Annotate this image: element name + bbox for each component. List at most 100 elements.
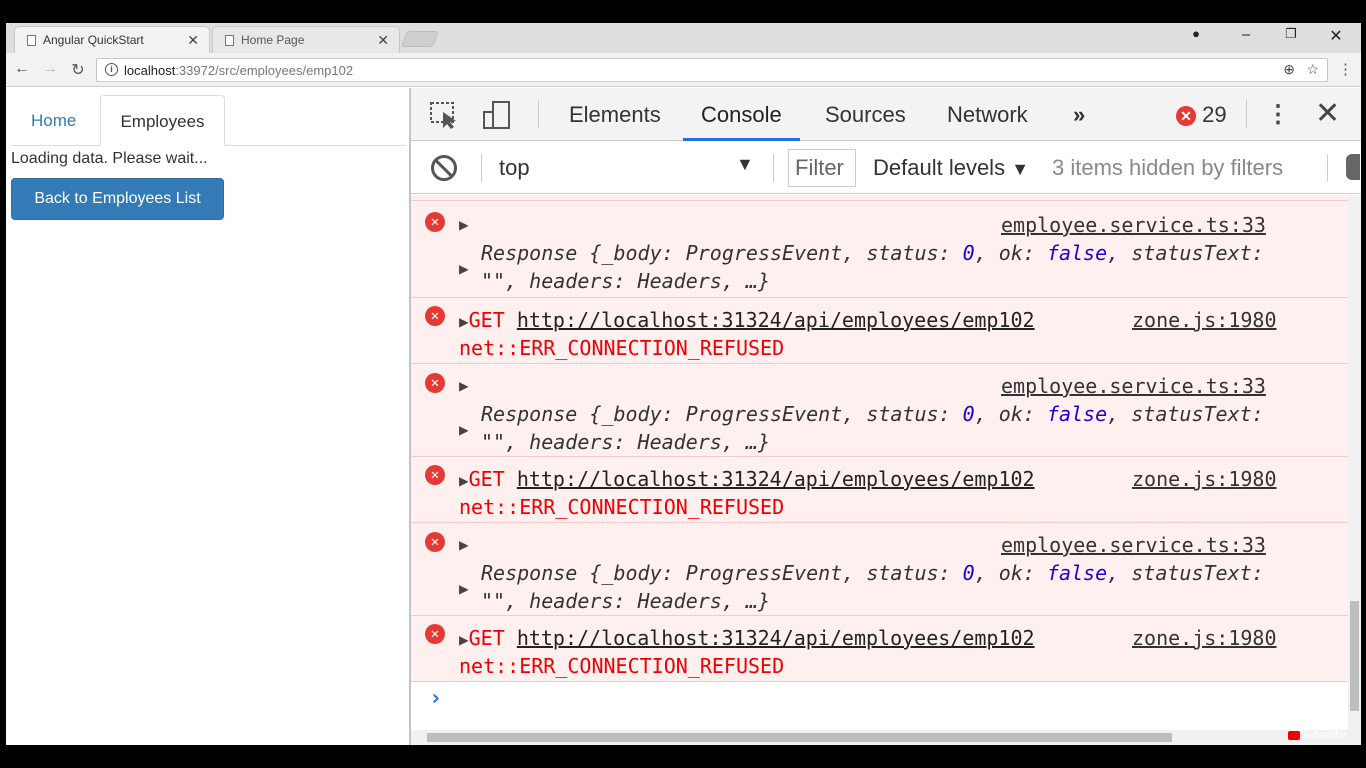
close-tab-icon[interactable]: ✕ (377, 27, 389, 54)
console-error-get[interactable]: ✕ ▶GET http://localhost:31324/api/employ… (411, 298, 1348, 364)
response-line-2: "", headers: Headers, …} (481, 269, 770, 293)
get-url-link[interactable]: http://localhost:31324/api/employees/emp… (517, 626, 1035, 650)
back-icon[interactable]: ← (12, 60, 32, 78)
console-error-get[interactable]: ✕ ▶GET http://localhost:31324/api/employ… (411, 616, 1348, 682)
response-text: Response {_body: ProgressEvent, status: (481, 402, 963, 426)
console-output[interactable]: ✕ ▶ employee.service.ts:33 ▶ Response {_… (411, 195, 1348, 735)
back-to-employees-button[interactable]: Back to Employees List (11, 178, 224, 220)
title-bar: Angular QuickStart ✕ Home Page ✕ ● – ❐ ✕ (6, 23, 1361, 53)
device-toolbar-icon[interactable] (481, 100, 513, 130)
zoom-icon[interactable]: ⊕ (1283, 61, 1295, 78)
tab-title: Angular QuickStart (43, 33, 144, 47)
clear-console-icon[interactable] (431, 155, 457, 181)
response-text: Response {_body: ProgressEvent, status: (481, 561, 963, 585)
expand-triangle-icon[interactable]: ▶ (459, 259, 469, 278)
chevron-down-icon: ▼ (1011, 159, 1030, 179)
source-link[interactable]: employee.service.ts:33 (1001, 533, 1266, 557)
ok-value: false (1046, 561, 1108, 585)
toolbar-divider (773, 154, 774, 182)
expand-triangle-icon[interactable]: ▶ (459, 376, 469, 395)
source-link[interactable]: zone.js:1980 (1132, 467, 1277, 491)
toolbar-divider (538, 100, 539, 128)
close-window-icon[interactable]: ✕ (1326, 26, 1346, 46)
gear-icon[interactable] (1346, 154, 1360, 180)
console-error-response[interactable]: ✕ ▶ employee.service.ts:33 ▶ Response {_… (411, 364, 1348, 457)
nav-home-link[interactable]: Home (11, 95, 96, 146)
horizontal-scrollbar[interactable] (411, 730, 1361, 745)
page-content: Home Employees Loading data. Please wait… (6, 88, 408, 745)
console-error-get[interactable]: ✕ ▶GET http://localhost:31324/api/employ… (411, 457, 1348, 523)
source-link[interactable]: zone.js:1980 (1132, 626, 1277, 650)
bookmark-star-icon[interactable]: ☆ (1306, 61, 1319, 78)
profile-icon[interactable]: ● (1186, 26, 1206, 41)
filter-input[interactable]: Filter (788, 149, 856, 187)
devtools-menu-icon[interactable]: ⋮ (1266, 100, 1290, 129)
error-icon: ✕ (425, 532, 445, 552)
error-icon: ✕ (1176, 106, 1196, 127)
response-text: , statusText: (1107, 402, 1264, 426)
forward-icon[interactable]: → (40, 60, 60, 78)
expand-triangle-icon[interactable]: ▶ (459, 312, 469, 331)
get-method: GET (468, 308, 505, 332)
url-text[interactable]: localhost:33972/src/employees/emp102 (124, 63, 353, 78)
source-link[interactable]: employee.service.ts:33 (1001, 213, 1266, 237)
restore-icon[interactable]: ❐ (1281, 26, 1301, 42)
get-url-link[interactable]: http://localhost:31324/api/employees/emp… (517, 467, 1035, 491)
error-icon: ✕ (425, 373, 445, 393)
info-icon[interactable]: i (105, 63, 118, 76)
get-url-link[interactable]: http://localhost:31324/api/employees/emp… (517, 308, 1035, 332)
expand-triangle-icon[interactable]: ▶ (459, 420, 469, 439)
chevron-down-icon[interactable]: ▼ (736, 154, 754, 175)
scrollbar-thumb[interactable] (427, 733, 1172, 742)
get-method: GET (468, 467, 505, 491)
nav-employees-link[interactable]: Employees (100, 95, 225, 146)
tab-elements[interactable]: Elements (569, 88, 661, 141)
log-levels-label: Default levels (873, 155, 1006, 180)
minimize-icon[interactable]: – (1236, 26, 1256, 43)
close-devtools-icon[interactable]: ✕ (1315, 96, 1340, 131)
console-error-response[interactable]: ✕ ▶ employee.service.ts:33 ▶ Response {_… (411, 201, 1348, 298)
expand-triangle-icon[interactable]: ▶ (459, 535, 469, 554)
response-text: , statusText: (1107, 561, 1264, 585)
get-line: ▶GET http://localhost:31324/api/employee… (459, 308, 1035, 332)
url-path: :33972/src/employees/emp102 (175, 63, 354, 78)
expand-triangle-icon[interactable]: ▶ (459, 215, 469, 234)
tab-home-page[interactable]: Home Page ✕ (212, 26, 400, 53)
close-tab-icon[interactable]: ✕ (187, 27, 199, 54)
browser-window: Angular QuickStart ✕ Home Page ✕ ● – ❐ ✕… (6, 23, 1361, 745)
console-prompt-row[interactable]: › (411, 682, 1348, 722)
response-line-2: "", headers: Headers, …} (481, 430, 770, 454)
new-tab-button[interactable] (401, 31, 439, 47)
vertical-scrollbar[interactable] (1348, 195, 1361, 730)
address-bar[interactable]: i localhost:33972/src/employees/emp102 ⊕… (96, 58, 1328, 82)
response-text: , ok: (974, 241, 1047, 265)
context-select[interactable]: top (499, 155, 530, 181)
tab-sources[interactable]: Sources (825, 88, 906, 141)
reload-icon[interactable]: ↻ (68, 60, 88, 80)
more-tabs-icon[interactable]: » (1073, 88, 1085, 141)
tab-network[interactable]: Network (947, 88, 1028, 141)
toolbar-divider (481, 154, 482, 182)
ok-value: false (1046, 402, 1108, 426)
source-link[interactable]: employee.service.ts:33 (1001, 374, 1266, 398)
source-link[interactable]: zone.js:1980 (1132, 308, 1277, 332)
response-line-1: Response {_body: ProgressEvent, status: … (481, 241, 1264, 265)
browser-toolbar: ← → ↻ i localhost:33972/src/employees/em… (6, 53, 1361, 87)
browser-menu-icon[interactable]: ⋮ (1338, 60, 1353, 78)
expand-triangle-icon[interactable]: ▶ (459, 630, 469, 649)
error-count: 29 (1202, 102, 1227, 127)
tab-console[interactable]: Console (683, 88, 800, 141)
expand-triangle-icon[interactable]: ▶ (459, 579, 469, 598)
log-levels-select[interactable]: Default levels ▼ (873, 155, 1029, 181)
error-counter[interactable]: ✕ 29 (1176, 88, 1227, 141)
console-filter-bar: top ▼ Filter Default levels ▼ 3 items hi… (411, 142, 1361, 194)
expand-triangle-icon[interactable]: ▶ (459, 471, 469, 490)
console-error-response[interactable]: ✕ ▶ employee.service.ts:33 ▶ Response {_… (411, 523, 1348, 616)
devtools-tab-bar: Elements Console Sources Network » ✕ 29 … (411, 88, 1361, 141)
inspect-element-icon[interactable] (429, 100, 461, 130)
tab-angular-quickstart[interactable]: Angular QuickStart ✕ (14, 26, 210, 53)
error-icon: ✕ (425, 212, 445, 232)
youtube-icon (1288, 730, 1300, 740)
scrollbar-thumb[interactable] (1350, 601, 1359, 711)
response-text: , statusText: (1107, 241, 1264, 265)
